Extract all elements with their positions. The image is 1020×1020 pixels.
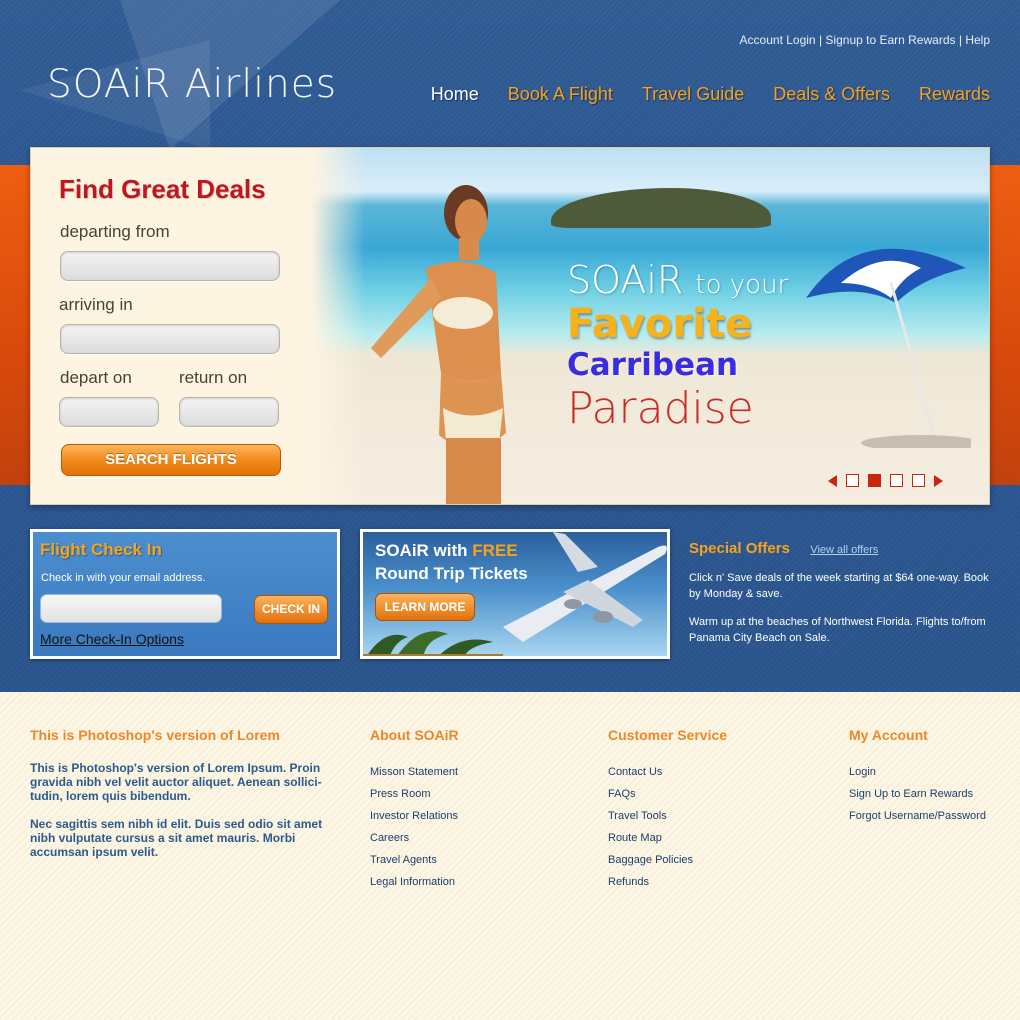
slider-prev-arrow-icon[interactable] (828, 474, 837, 487)
slider-dot-2[interactable] (868, 474, 881, 487)
footer-heading: Customer Service (608, 727, 728, 743)
search-title: Find Great Deals (59, 174, 266, 204)
nav-item-travel-guide[interactable]: Travel Guide (642, 84, 744, 105)
search-flights-button[interactable]: SEARCH FLIGHTS (61, 444, 281, 476)
slider-next-arrow-icon[interactable] (934, 474, 943, 487)
hero-banner: SOAiR to your Favorite Carribean Paradis… (30, 147, 990, 505)
flight-checkin-box: Flight Check In Check in with your email… (30, 529, 340, 659)
footer-link-route-map[interactable]: Route Map (608, 827, 808, 849)
footer-col-about: About SOAiR Misson Statement Press Room … (370, 727, 570, 893)
hero-to-your: to your (695, 270, 789, 300)
footer-col-my-account: My Account Login Sign Up to Earn Rewards… (849, 727, 1014, 827)
top-links: Account Login | Signup to Earn Rewards |… (740, 33, 990, 47)
learn-more-button[interactable]: LEARN MORE (375, 593, 475, 621)
footer-link-forgot[interactable]: Forgot Username/Password (849, 805, 1014, 827)
slider-controls (828, 474, 943, 487)
footer-link-press[interactable]: Press Room (370, 783, 570, 805)
separator: | (958, 33, 962, 47)
main-nav: Home Book A Flight Travel Guide Deals & … (431, 84, 990, 105)
promo-box: SOAiR with FREE Round Trip Tickets LEARN… (360, 529, 670, 659)
separator: | (818, 33, 823, 47)
footer-link-careers[interactable]: Careers (370, 827, 570, 849)
checkin-title: Flight Check In (40, 540, 162, 559)
nav-item-book-a-flight[interactable]: Book A Flight (508, 84, 613, 105)
departing-input[interactable] (60, 251, 280, 281)
footer-link-investor[interactable]: Investor Relations (370, 805, 570, 827)
account-login-link[interactable]: Account Login (740, 33, 816, 47)
offer-text-2: Warm up at the beaches of Northwest Flor… (689, 616, 986, 644)
nav-item-deals-offers[interactable]: Deals & Offers (773, 84, 890, 105)
footer: This is Photoshop's version of Lorem Thi… (0, 692, 1020, 1020)
help-link[interactable]: Help (965, 33, 990, 47)
hero-carribean: Carribean (567, 347, 739, 383)
footer-col-customer-service: Customer Service Contact Us FAQs Travel … (608, 727, 808, 893)
checkin-email-input[interactable] (40, 594, 222, 623)
woman-image (371, 185, 506, 504)
hero-brand: SOAiR (567, 258, 684, 302)
departing-label: departing from (60, 222, 170, 241)
hero-headline: SOAiR to your Favorite Carribean Paradis… (567, 258, 788, 434)
footer-col-lorem: This is Photoshop's version of Lorem Thi… (30, 727, 330, 859)
nav-item-home[interactable]: Home (431, 84, 479, 105)
depart-on-label: depart on (60, 368, 132, 387)
promo-free: FREE (472, 541, 518, 560)
footer-paragraph: This is Photoshop's version of Lorem Ips… (30, 761, 322, 803)
footer-link-baggage[interactable]: Baggage Policies (608, 849, 808, 871)
palm-trees-image (363, 631, 503, 656)
promo-line2: Round Trip Tickets (375, 564, 528, 583)
footer-link-travel-agents[interactable]: Travel Agents (370, 849, 570, 871)
slider-dot-1[interactable] (846, 474, 859, 487)
arriving-label: arriving in (59, 295, 133, 314)
promo-line1: SOAiR with (375, 541, 468, 560)
footer-heading: About SOAiR (370, 727, 459, 743)
nav-item-rewards[interactable]: Rewards (919, 84, 990, 105)
return-on-label: return on (179, 368, 248, 387)
slider-dot-4[interactable] (912, 474, 925, 487)
footer-link-travel-tools[interactable]: Travel Tools (608, 805, 808, 827)
footer-link-signup[interactable]: Sign Up to Earn Rewards (849, 783, 1014, 805)
footer-heading: This is Photoshop's version of Lorem (30, 727, 280, 743)
special-offers: Special Offers View all offers Click n' … (689, 540, 989, 646)
island-image (551, 188, 771, 228)
footer-heading: My Account (849, 727, 928, 743)
footer-link-legal[interactable]: Legal Information (370, 871, 570, 893)
brand-logo[interactable]: SOAiR Airlines (47, 62, 337, 107)
more-checkin-options-link[interactable]: More Check-In Options (40, 631, 184, 647)
arriving-input[interactable] (60, 324, 280, 354)
offer-text-1: Click n' Save deals of the week starting… (689, 572, 989, 600)
depart-date-input[interactable] (59, 397, 159, 427)
hero-favorite: Favorite (567, 301, 753, 347)
footer-link-contact[interactable]: Contact Us (608, 761, 808, 783)
view-all-offers-link[interactable]: View all offers (810, 544, 878, 556)
hero-paradise: Paradise (567, 383, 754, 434)
special-offers-title: Special Offers (689, 540, 790, 557)
checkin-button[interactable]: CHECK IN (254, 595, 328, 624)
footer-link-refunds[interactable]: Refunds (608, 871, 808, 893)
footer-paragraph: Nec sagittis sem nibh id elit. Duis sed … (30, 817, 323, 859)
umbrella-image (806, 248, 971, 448)
footer-link-mission[interactable]: Misson Statement (370, 761, 570, 783)
slider-dot-3[interactable] (890, 474, 903, 487)
footer-link-faqs[interactable]: FAQs (608, 783, 808, 805)
return-date-input[interactable] (179, 397, 279, 427)
signup-link[interactable]: Signup to Earn Rewards (825, 33, 955, 47)
checkin-subtitle: Check in with your email address. (41, 572, 206, 584)
footer-link-login[interactable]: Login (849, 761, 1014, 783)
